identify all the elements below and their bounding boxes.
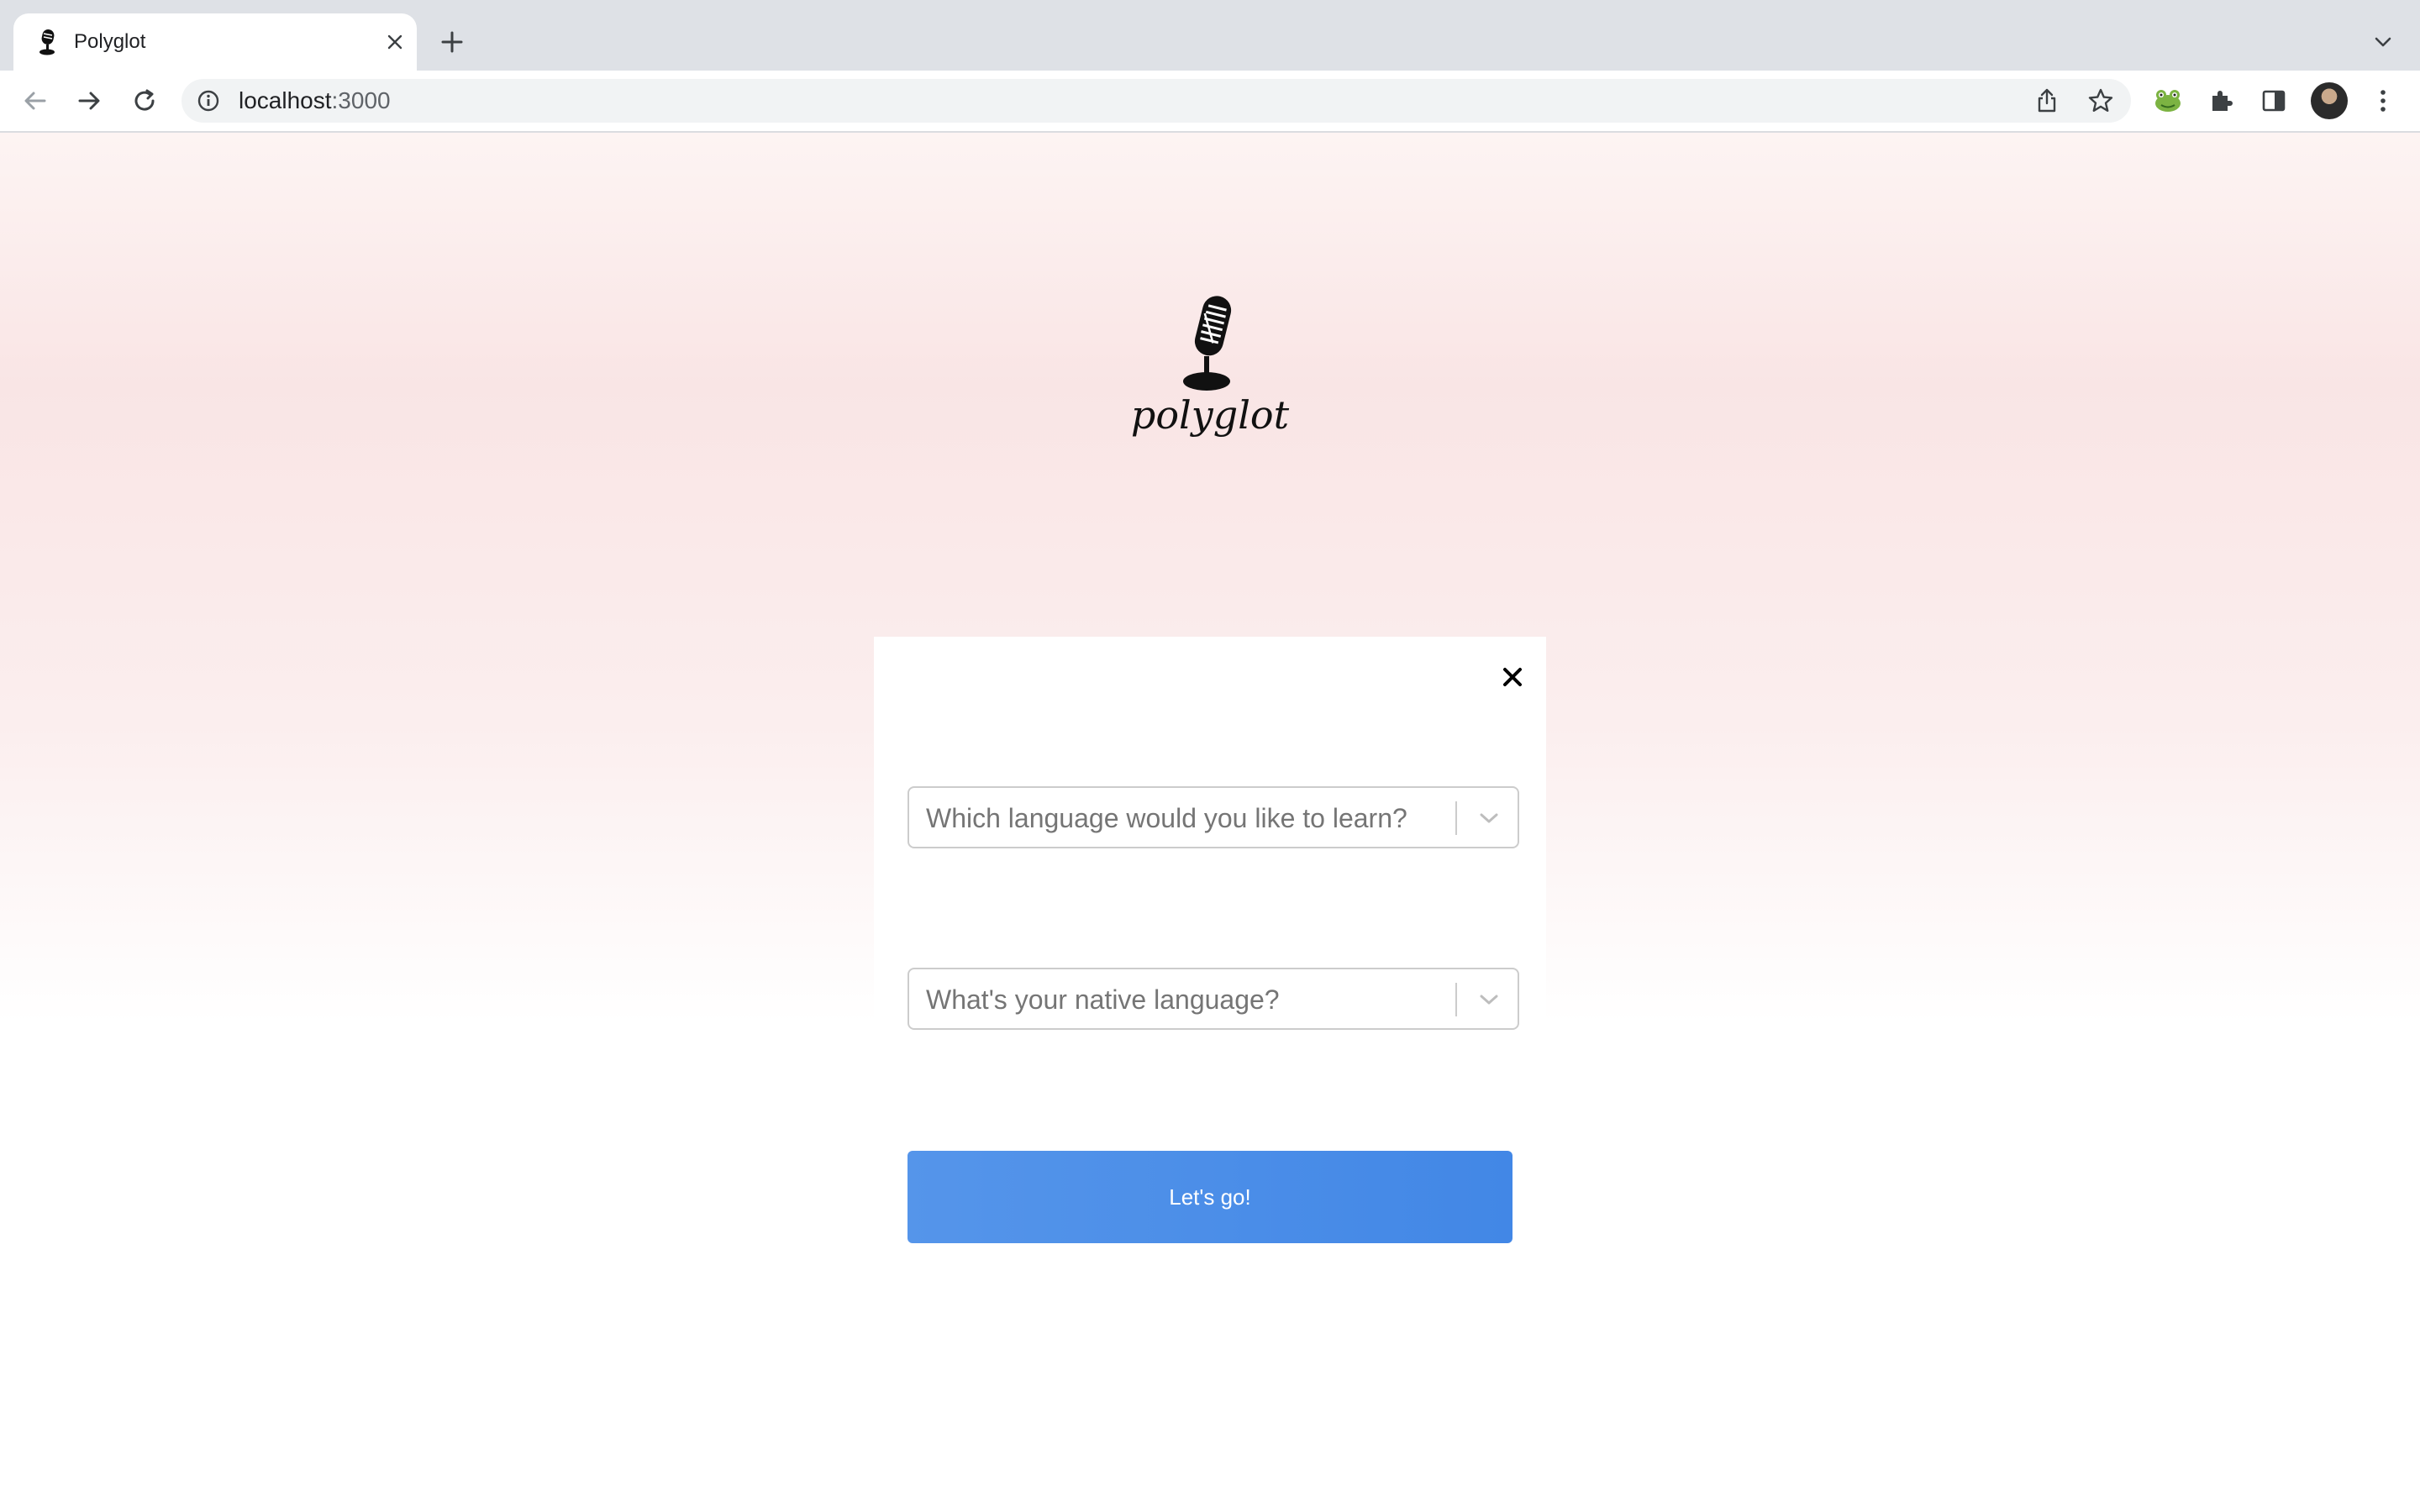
url-port: :3000 <box>331 87 391 113</box>
native-language-select[interactable]: What's your native language? <box>908 968 1519 1030</box>
info-icon[interactable] <box>197 89 220 113</box>
new-tab-icon[interactable] <box>435 25 469 59</box>
select-separator <box>1455 801 1457 835</box>
select-separator <box>1455 983 1457 1016</box>
tab-strip: Polyglot <box>0 0 2420 71</box>
frog-extension-icon[interactable] <box>2149 82 2186 119</box>
browser-toolbar: localhost:3000 <box>0 71 2420 133</box>
close-icon[interactable] <box>1496 660 1529 694</box>
chevron-down-icon[interactable] <box>1474 803 1504 833</box>
arrow-right-icon[interactable] <box>71 82 108 119</box>
brand-name: polyglot <box>1130 392 1290 438</box>
page-content: polyglot Which language would you like t… <box>0 133 2420 1512</box>
arrow-left-icon[interactable] <box>17 82 54 119</box>
address-bar[interactable]: localhost:3000 <box>182 79 2131 123</box>
chevron-down-icon[interactable] <box>1474 984 1504 1015</box>
tab-search-chevron-icon[interactable] <box>2366 25 2400 59</box>
close-tab-icon[interactable] <box>380 27 410 57</box>
url-text: localhost:3000 <box>239 87 391 114</box>
active-tab[interactable]: Polyglot <box>13 13 417 71</box>
tab-title: Polyglot <box>74 30 146 53</box>
star-icon[interactable] <box>2084 84 2118 118</box>
side-panel-icon[interactable] <box>2255 82 2292 119</box>
url-host: localhost <box>239 87 332 113</box>
microphone-icon <box>35 29 60 55</box>
profile-avatar[interactable] <box>2311 82 2348 119</box>
learn-language-placeholder: Which language would you like to learn? <box>926 803 1407 833</box>
kebab-menu-icon[interactable] <box>2365 82 2402 119</box>
microphone-icon <box>1180 294 1244 391</box>
learn-language-select[interactable]: Which language would you like to learn? <box>908 786 1519 848</box>
share-icon[interactable] <box>2030 84 2064 118</box>
native-language-placeholder: What's your native language? <box>926 984 1280 1015</box>
language-setup-card: Which language would you like to learn? … <box>874 637 1546 1243</box>
puzzle-icon[interactable] <box>2203 82 2240 119</box>
app-logo: polyglot <box>1126 294 1294 462</box>
lets-go-button[interactable]: Let's go! <box>908 1151 1512 1243</box>
reload-icon[interactable] <box>126 82 163 119</box>
